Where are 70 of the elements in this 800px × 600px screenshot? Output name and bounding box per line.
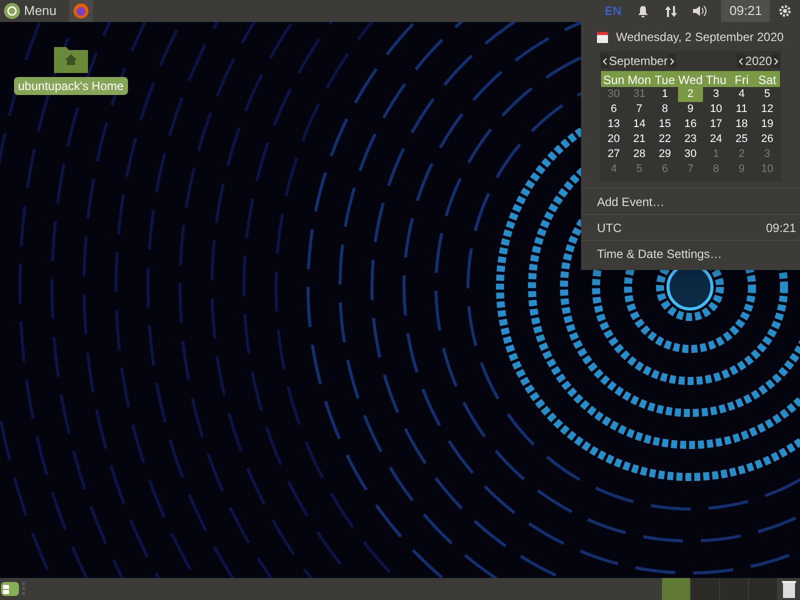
calendar-day[interactable]: 14 bbox=[626, 117, 652, 132]
calendar-day[interactable]: 11 bbox=[728, 102, 754, 117]
calendar-day[interactable]: 28 bbox=[626, 147, 652, 162]
weekday-label: Wed bbox=[678, 72, 704, 89]
next-month-button[interactable] bbox=[668, 54, 676, 68]
weekday-label: Thu bbox=[704, 72, 728, 89]
chevron-left-icon bbox=[603, 58, 607, 64]
bell-icon[interactable] bbox=[637, 4, 650, 18]
calendar-day[interactable]: 25 bbox=[728, 132, 754, 147]
workspace-switch[interactable] bbox=[662, 578, 691, 600]
gear-icon[interactable] bbox=[778, 4, 792, 18]
timezone-name: UTC bbox=[597, 220, 622, 236]
logo-icon bbox=[4, 3, 20, 19]
calendar-day[interactable]: 6 bbox=[601, 102, 627, 117]
calendar-day[interactable]: 18 bbox=[728, 117, 754, 132]
calendar-day[interactable]: 12 bbox=[754, 102, 780, 117]
previous-year-button[interactable] bbox=[737, 54, 746, 68]
calendar-day[interactable]: 29 bbox=[652, 147, 678, 162]
calendar-day[interactable]: 22 bbox=[652, 132, 678, 147]
calendar-day[interactable]: 24 bbox=[703, 132, 729, 147]
chevron-left-icon bbox=[739, 58, 744, 64]
next-year-button[interactable] bbox=[772, 54, 780, 68]
year-label: 2020 bbox=[745, 53, 772, 70]
globe-icon bbox=[72, 3, 89, 19]
calendar-day[interactable]: 13 bbox=[601, 117, 627, 132]
chevron-right-icon bbox=[670, 58, 674, 64]
calendar-day[interactable]: 26 bbox=[754, 132, 780, 147]
browser-launcher[interactable] bbox=[68, 0, 93, 22]
calendar-day[interactable]: 3 bbox=[703, 87, 729, 102]
calendar-day[interactable]: 9 bbox=[678, 102, 704, 117]
weekday-label: Mon bbox=[626, 72, 652, 89]
workspace-switch[interactable] bbox=[691, 578, 720, 600]
calendar-day[interactable]: 15 bbox=[652, 117, 678, 132]
month-label: September bbox=[609, 53, 668, 70]
calendar-icon bbox=[597, 31, 608, 43]
weekday-label: Sat bbox=[757, 72, 778, 89]
volume-icon[interactable] bbox=[693, 5, 710, 17]
calendar-day[interactable]: 8 bbox=[652, 102, 678, 117]
timezone-time: 09:21 bbox=[766, 220, 796, 236]
windows-icon bbox=[3, 584, 9, 594]
previous-month-button[interactable] bbox=[601, 54, 609, 68]
weekday-label: Fri bbox=[734, 72, 750, 89]
workspace-switch[interactable] bbox=[720, 578, 749, 600]
calendar-day[interactable]: 17 bbox=[703, 117, 729, 132]
calendar-day[interactable]: 10 bbox=[703, 102, 729, 117]
calendar-day[interactable]: 30 bbox=[678, 147, 704, 162]
network-arrows-icon[interactable] bbox=[665, 4, 678, 18]
trash-icon[interactable] bbox=[782, 580, 796, 598]
home-folder-icon[interactable] bbox=[52, 44, 89, 74]
weekday-label: Tue bbox=[654, 72, 676, 89]
add-event-item[interactable]: Add Event… bbox=[581, 189, 800, 214]
weekday-label: Sun bbox=[602, 72, 626, 89]
calendar-day[interactable]: 16 bbox=[678, 117, 704, 132]
calendar-day[interactable]: 4 bbox=[728, 87, 754, 102]
workspace-switch[interactable] bbox=[749, 578, 778, 600]
timezone-item[interactable]: UTC 09:21 bbox=[581, 215, 800, 240]
show-desktop-button[interactable] bbox=[1, 582, 19, 596]
settings-item[interactable]: Time & Date Settings… bbox=[581, 241, 800, 266]
calendar-day[interactable]: 5 bbox=[754, 87, 780, 102]
calendar-day[interactable]: 1 bbox=[652, 87, 678, 102]
date-heading: Wednesday, 2 September 2020 bbox=[616, 29, 784, 46]
calendar-day[interactable]: 21 bbox=[626, 132, 652, 147]
calendar-day[interactable]: 23 bbox=[678, 132, 704, 147]
menu-button[interactable]: Menu bbox=[0, 0, 61, 22]
calendar-day[interactable]: 7 bbox=[626, 102, 652, 117]
clock-button[interactable]: 09:21 bbox=[721, 0, 770, 22]
calendar-day[interactable]: 27 bbox=[601, 147, 627, 162]
calendar-day[interactable]: 20 bbox=[601, 132, 627, 147]
calendar-day[interactable]: 19 bbox=[754, 117, 780, 132]
chevron-right-icon bbox=[774, 58, 778, 64]
